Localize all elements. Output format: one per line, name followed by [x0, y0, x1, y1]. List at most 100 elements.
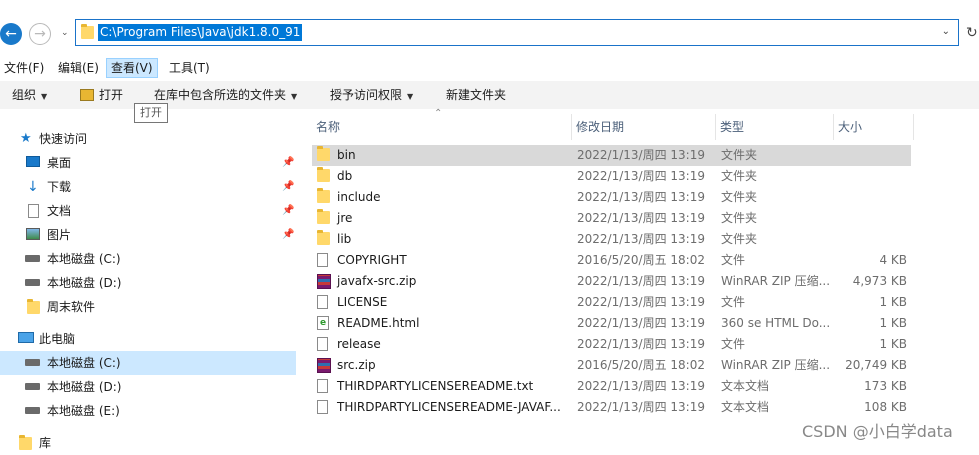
file-row[interactable]: THIRDPARTYLICENSEREADME-JAVAF... 2022/1/1… [312, 397, 911, 418]
file-row[interactable]: THIRDPARTYLICENSEREADME.txt 2022/1/13/周四 … [312, 376, 911, 397]
folder-icon [317, 167, 330, 182]
pin-icon[interactable]: 📌 [282, 199, 294, 223]
file-type: WinRAR ZIP 压缩... [721, 358, 831, 372]
nav-desktop[interactable]: 桌面 📌 [0, 151, 296, 175]
column-header-type[interactable]: 类型 [716, 114, 834, 140]
document-icon [28, 204, 39, 218]
include-in-library-button[interactable]: 在库中包含所选的文件夹 ▼ [154, 81, 297, 109]
file-date: 2022/1/13/周四 13:19 [577, 211, 705, 225]
file-name: README.html [337, 316, 420, 330]
file-row[interactable]: e README.html 2022/1/13/周四 13:19 360 se HTM… [312, 313, 911, 334]
nav-library[interactable]: 库 [0, 431, 296, 455]
file-row[interactable]: src.zip 2016/5/20/周五 18:02 WinRAR ZIP 压缩..… [312, 355, 911, 376]
file-row[interactable]: include 2022/1/13/周四 13:19 文件夹 [312, 187, 911, 208]
pin-icon[interactable]: 📌 [282, 151, 294, 175]
file-name: src.zip [337, 358, 376, 372]
column-header-date[interactable]: 修改日期 [572, 114, 716, 140]
file-type: 文件夹 [721, 232, 758, 246]
text-file-icon [317, 400, 328, 414]
file-row[interactable]: javafx-src.zip 2022/1/13/周四 13:19 WinRAR Z… [312, 271, 911, 292]
file-row[interactable]: db 2022/1/13/周四 13:19 文件夹 [312, 166, 911, 187]
folder-icon [317, 209, 330, 224]
drive-icon [25, 359, 40, 366]
file-row[interactable]: LICENSE 2022/1/13/周四 13:19 文件 1 KB [312, 292, 911, 313]
file-row[interactable]: COPYRIGHT 2016/5/20/周五 18:02 文件 4 KB [312, 250, 911, 271]
folder-icon [317, 188, 330, 203]
file-date: 2016/5/20/周五 18:02 [577, 358, 705, 372]
file-date: 2022/1/13/周四 13:19 [577, 379, 705, 393]
menu-tools[interactable]: 工具(T) [165, 58, 214, 78]
recent-locations-dropdown[interactable]: ⌄ [61, 28, 71, 40]
file-type: 文件夹 [721, 169, 758, 183]
tooltip: 打开 [134, 103, 168, 123]
new-folder-button[interactable]: 新建文件夹 [446, 81, 506, 109]
forward-button[interactable]: → [29, 23, 51, 45]
nav-drive-e[interactable]: 本地磁盘 (E:) [0, 399, 296, 423]
file-row[interactable]: release 2022/1/13/周四 13:19 文件 1 KB [312, 334, 911, 355]
computer-icon [18, 332, 34, 343]
chevron-down-icon[interactable]: ⌄ [942, 26, 950, 37]
open-label: 打开 [99, 88, 124, 102]
nav-label: 本地磁盘 (C:) [47, 252, 121, 266]
grant-access-button[interactable]: 授予访问权限 ▼ [330, 81, 413, 109]
drive-icon [25, 407, 40, 414]
file-type: 文本文档 [721, 400, 770, 414]
file-size: 1 KB [879, 316, 907, 330]
pin-icon[interactable]: 📌 [282, 223, 294, 247]
nav-pictures[interactable]: 图片 📌 [0, 223, 296, 247]
column-header-name[interactable]: 名称 [312, 114, 572, 140]
file-date: 2022/1/13/周四 13:19 [577, 295, 705, 309]
file-date: 2022/1/13/周四 13:19 [577, 400, 705, 414]
back-button[interactable]: ← [0, 23, 22, 45]
desktop-icon [26, 156, 40, 167]
nav-label: 快速访问 [39, 132, 88, 146]
pin-icon[interactable]: 📌 [282, 175, 294, 199]
file-size: 4 KB [879, 253, 907, 267]
nav-quick-drive-c[interactable]: 本地磁盘 (C:) [0, 247, 296, 271]
nav-quick-access[interactable]: ★ 快速访问 [0, 127, 296, 151]
file-row[interactable]: lib 2022/1/13/周四 13:19 文件夹 [312, 229, 911, 250]
refresh-icon[interactable]: ↻ [966, 25, 978, 41]
zip-icon [317, 274, 331, 289]
file-size: 20,749 KB [845, 358, 907, 372]
nav-weekend-software[interactable]: 周末软件 [0, 295, 296, 319]
zip-icon [317, 358, 331, 373]
drive-icon [25, 383, 40, 390]
file-row[interactable]: bin 2022/1/13/周四 13:19 文件夹 [312, 145, 911, 166]
file-size: 108 KB [864, 400, 907, 414]
nav-drive-d[interactable]: 本地磁盘 (D:) [0, 375, 296, 399]
address-path[interactable]: C:\Program Files\Java\jdk1.8.0_91 [98, 24, 303, 41]
caret-down-icon: ▼ [407, 92, 414, 101]
file-name: db [337, 169, 353, 183]
nav-label: 图片 [47, 228, 72, 242]
file-row[interactable]: jre 2022/1/13/周四 13:19 文件夹 [312, 208, 911, 229]
nav-this-pc[interactable]: 此电脑 [0, 327, 296, 351]
file-name: COPYRIGHT [337, 253, 407, 267]
html-icon: e [317, 316, 329, 330]
file-size: 1 KB [879, 337, 907, 351]
nav-downloads[interactable]: ↓ 下载 📌 [0, 175, 296, 199]
file-icon [317, 337, 328, 351]
file-name: include [337, 190, 381, 204]
column-header-size[interactable]: 大小 [834, 114, 914, 140]
nav-label: 此电脑 [39, 332, 76, 346]
menu-bar: 文件(F) 编辑(E) 查看(V) 工具(T) [0, 58, 979, 78]
open-button[interactable]: 打开 [80, 81, 123, 109]
nav-label: 本地磁盘 (D:) [47, 276, 122, 290]
file-type: 文本文档 [721, 379, 770, 393]
drive-icon [25, 279, 40, 286]
file-name: release [337, 337, 381, 351]
file-type: 文件夹 [721, 211, 758, 225]
file-date: 2022/1/13/周四 13:19 [577, 169, 705, 183]
menu-edit[interactable]: 编辑(E) [54, 58, 103, 78]
nav-drive-c[interactable]: 本地磁盘 (C:) [0, 351, 296, 375]
nav-quick-drive-d[interactable]: 本地磁盘 (D:) [0, 271, 296, 295]
file-name: javafx-src.zip [337, 274, 417, 288]
menu-view[interactable]: 查看(V) [106, 58, 158, 78]
address-bar[interactable]: C:\Program Files\Java\jdk1.8.0_91 ⌄ [75, 19, 959, 46]
menu-file[interactable]: 文件(F) [0, 58, 48, 78]
file-date: 2022/1/13/周四 13:19 [577, 337, 705, 351]
organize-button[interactable]: 组织 ▼ [12, 81, 47, 109]
folder-icon [81, 24, 94, 39]
nav-documents[interactable]: 文档 📌 [0, 199, 296, 223]
